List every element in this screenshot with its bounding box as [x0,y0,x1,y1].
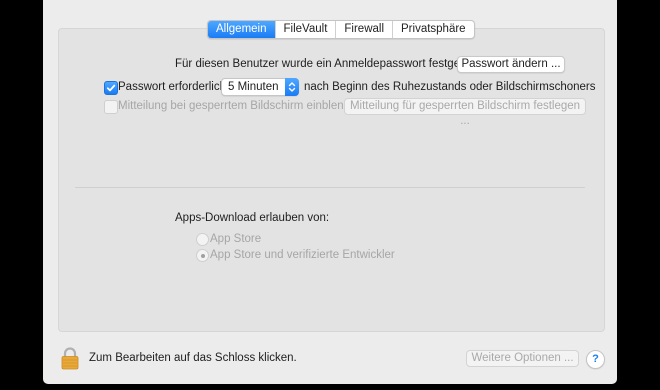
radio-app-store-verified[interactable] [196,249,209,262]
require-password-label: Passwort erforderlich [118,81,227,93]
help-icon[interactable]: ? [586,350,605,369]
radio-app-store[interactable] [196,233,209,246]
advanced-options-button[interactable]: Weitere Optionen ... [466,350,579,367]
set-lock-message-button[interactable]: Mitteilung für gesperrten Bildschirm fes… [344,98,586,127]
radio-app-store-label: App Store [210,233,262,245]
tab-general[interactable]: Allgemein [208,21,275,38]
password-delay-popup[interactable]: 5 Minuten [221,78,299,96]
section-divider [75,187,585,188]
require-password-checkbox[interactable] [104,81,118,95]
tab-filevault[interactable]: FileVault [274,21,336,38]
checkmark-icon [106,84,116,92]
tab-content-panel [58,28,605,332]
require-password-suffix: nach Beginn des Ruhezustands oder Bildsc… [304,81,596,93]
lock-hint-text: Zum Bearbeiten auf das Schloss klicken. [89,352,297,364]
tab-bar: Allgemein FileVault Firewall Privatsphär… [207,20,475,39]
login-password-text: Für diesen Benutzer wurde ein Anmeldepas… [175,58,479,70]
tab-privacy[interactable]: Privatsphäre [392,21,474,38]
radio-app-store-verified-label: App Store und verifizierte Entwickler [210,249,395,261]
popup-arrows-icon [285,78,299,96]
password-delay-value: 5 Minuten [228,81,279,93]
lock-icon[interactable] [60,346,80,370]
tab-firewall[interactable]: Firewall [335,21,392,38]
lock-message-checkbox[interactable] [104,100,118,114]
lock-message-label: Mitteilung bei gesperrtem Bildschirm ein… [118,100,363,112]
change-password-button[interactable]: Passwort ändern ... [457,56,565,73]
security-preferences-window: Allgemein FileVault Firewall Privatsphär… [43,0,617,384]
apps-download-heading: Apps-Download erlauben von: [175,212,330,224]
